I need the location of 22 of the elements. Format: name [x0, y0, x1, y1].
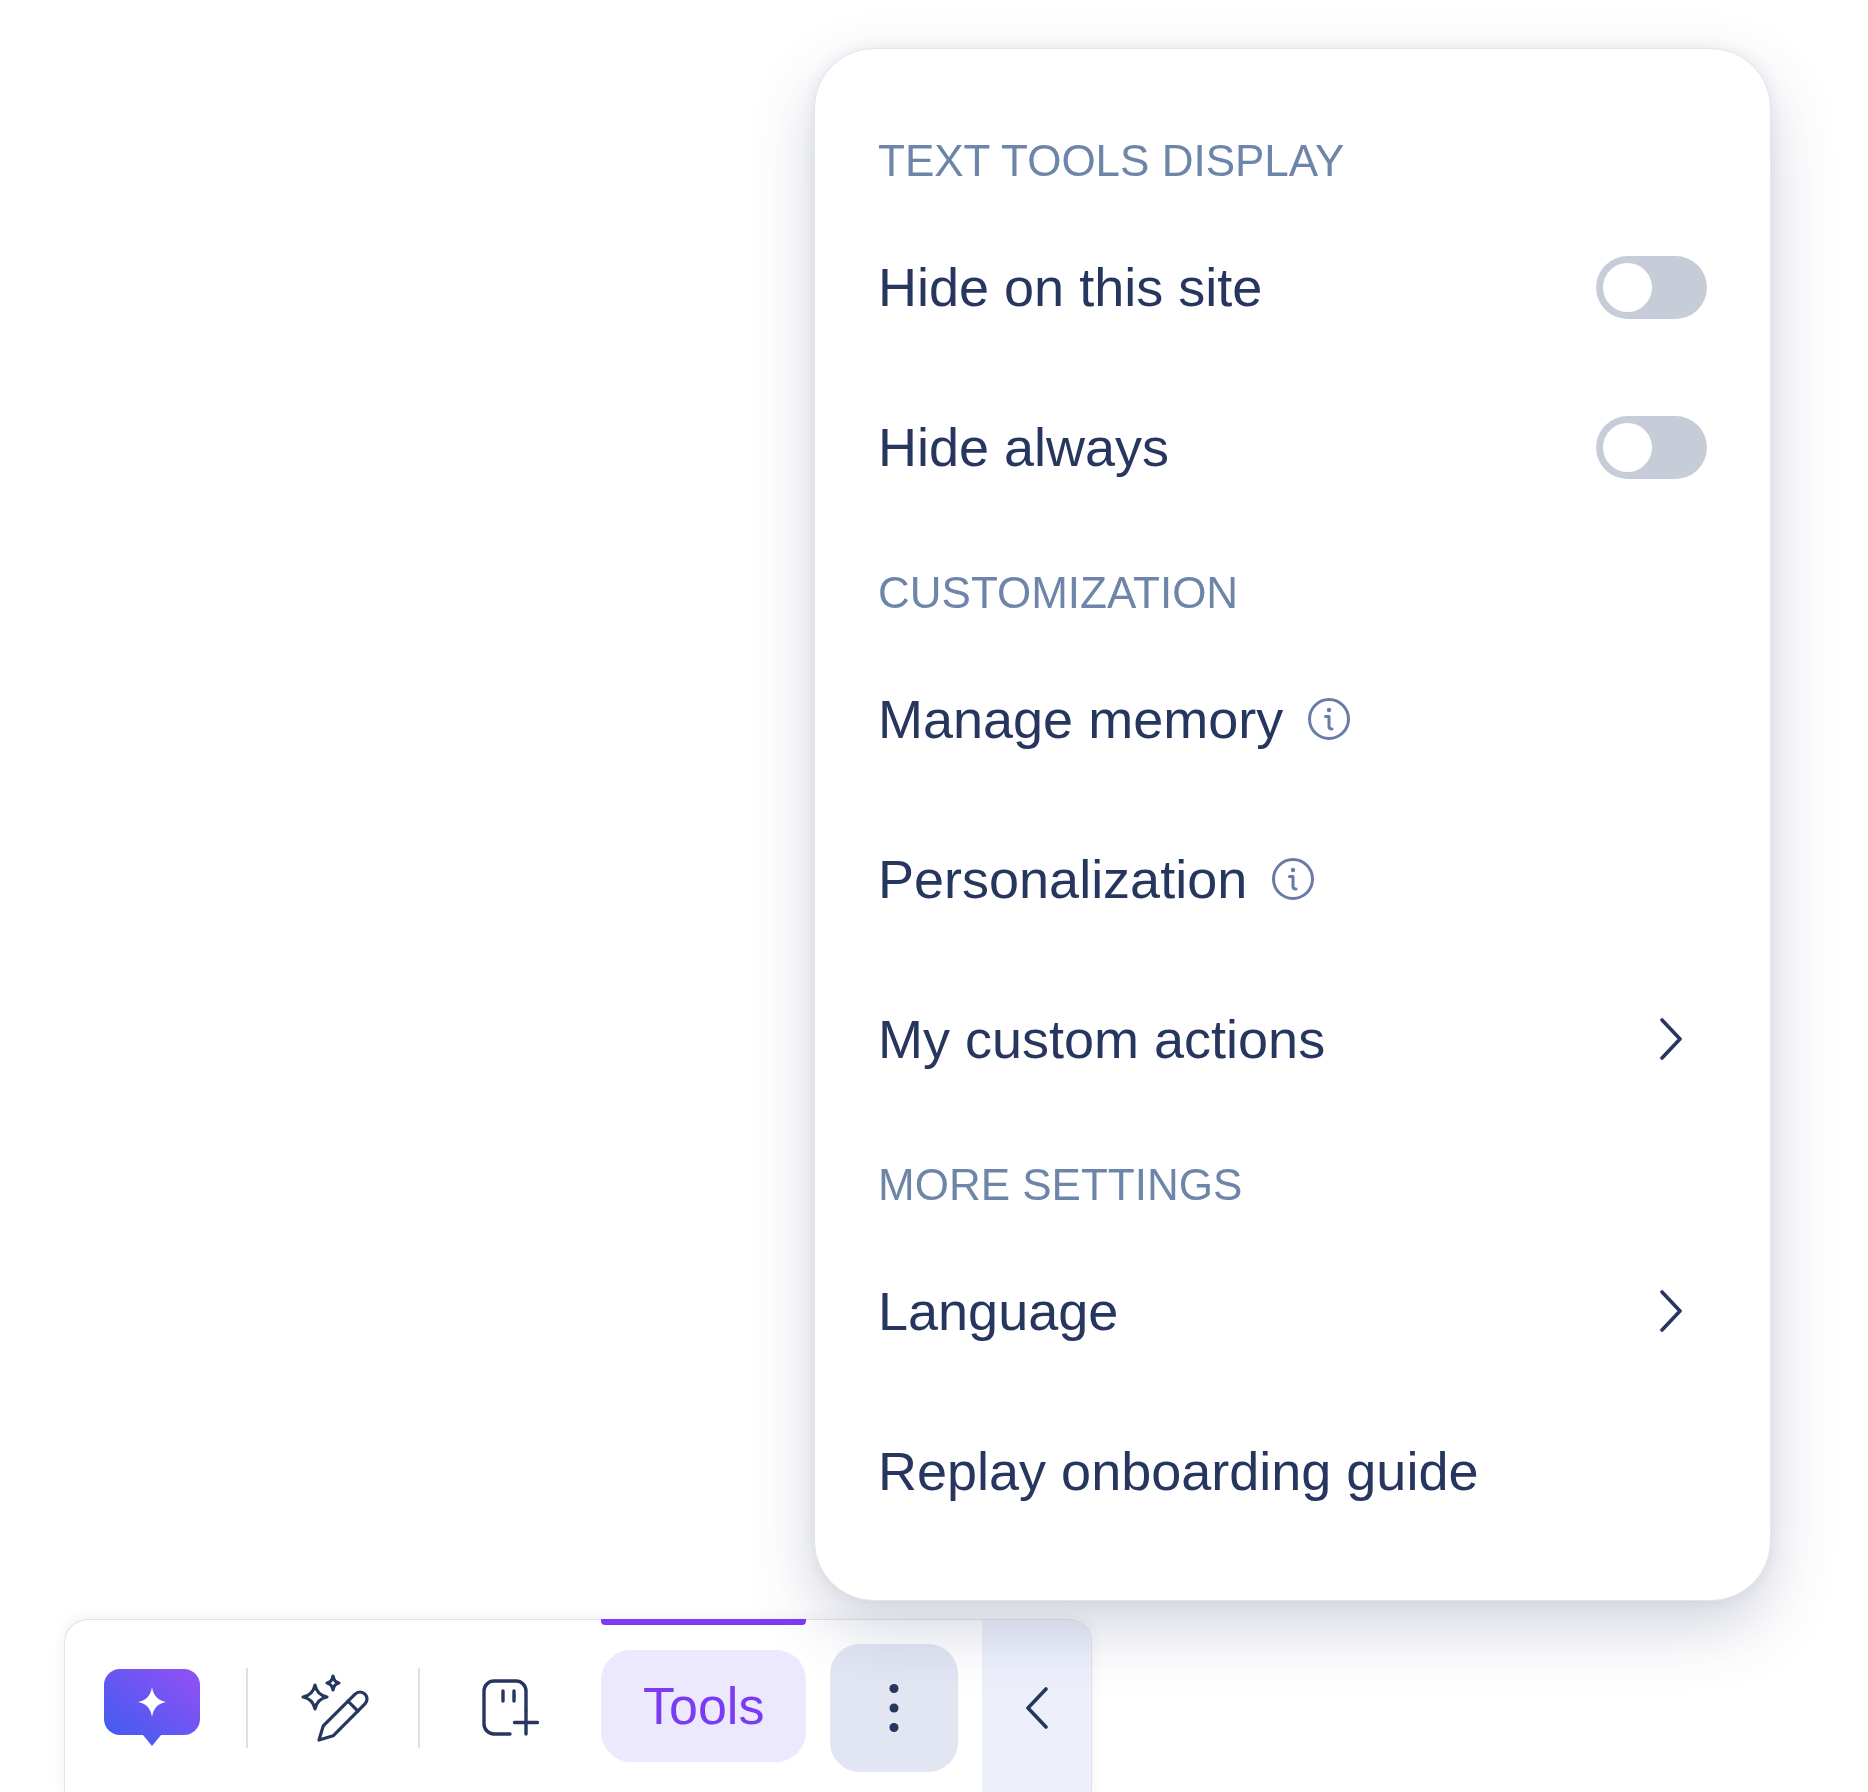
toolbar-tab[interactable]: Tools — [601, 1650, 807, 1762]
section-heading: MORE SETTINGS — [878, 1159, 1244, 1211]
menu-item[interactable]: My custom actions — [878, 959, 1707, 1119]
more-button[interactable] — [830, 1643, 959, 1772]
info-icon — [1271, 857, 1316, 901]
chat-sparkle-icon[interactable] — [104, 1668, 200, 1747]
clipboard-plus-icon[interactable] — [482, 1678, 540, 1737]
kebab-icon — [889, 1683, 900, 1732]
menu-item[interactable]: Language — [878, 1231, 1707, 1391]
setting-label: Hide on this site — [878, 256, 1263, 318]
menu-item[interactable]: Personalization — [878, 799, 1707, 959]
info-icon — [1307, 697, 1352, 741]
menu-item[interactable]: Replay onboarding guide — [878, 1391, 1707, 1551]
chevron-left-icon — [1024, 1686, 1049, 1729]
section-heading: CUSTOMIZATION — [878, 567, 1240, 619]
setting-label: Hide always — [878, 416, 1170, 478]
pencil-sparkle-icon[interactable] — [300, 1672, 372, 1743]
section-heading: TEXT TOOLS DISPLAY — [878, 135, 1346, 187]
collapse-button[interactable] — [982, 1620, 1092, 1792]
chevron-right-icon — [1659, 1018, 1683, 1060]
chevron-right-icon — [1659, 1290, 1683, 1332]
menu-item[interactable]: Manage memory — [878, 639, 1707, 799]
